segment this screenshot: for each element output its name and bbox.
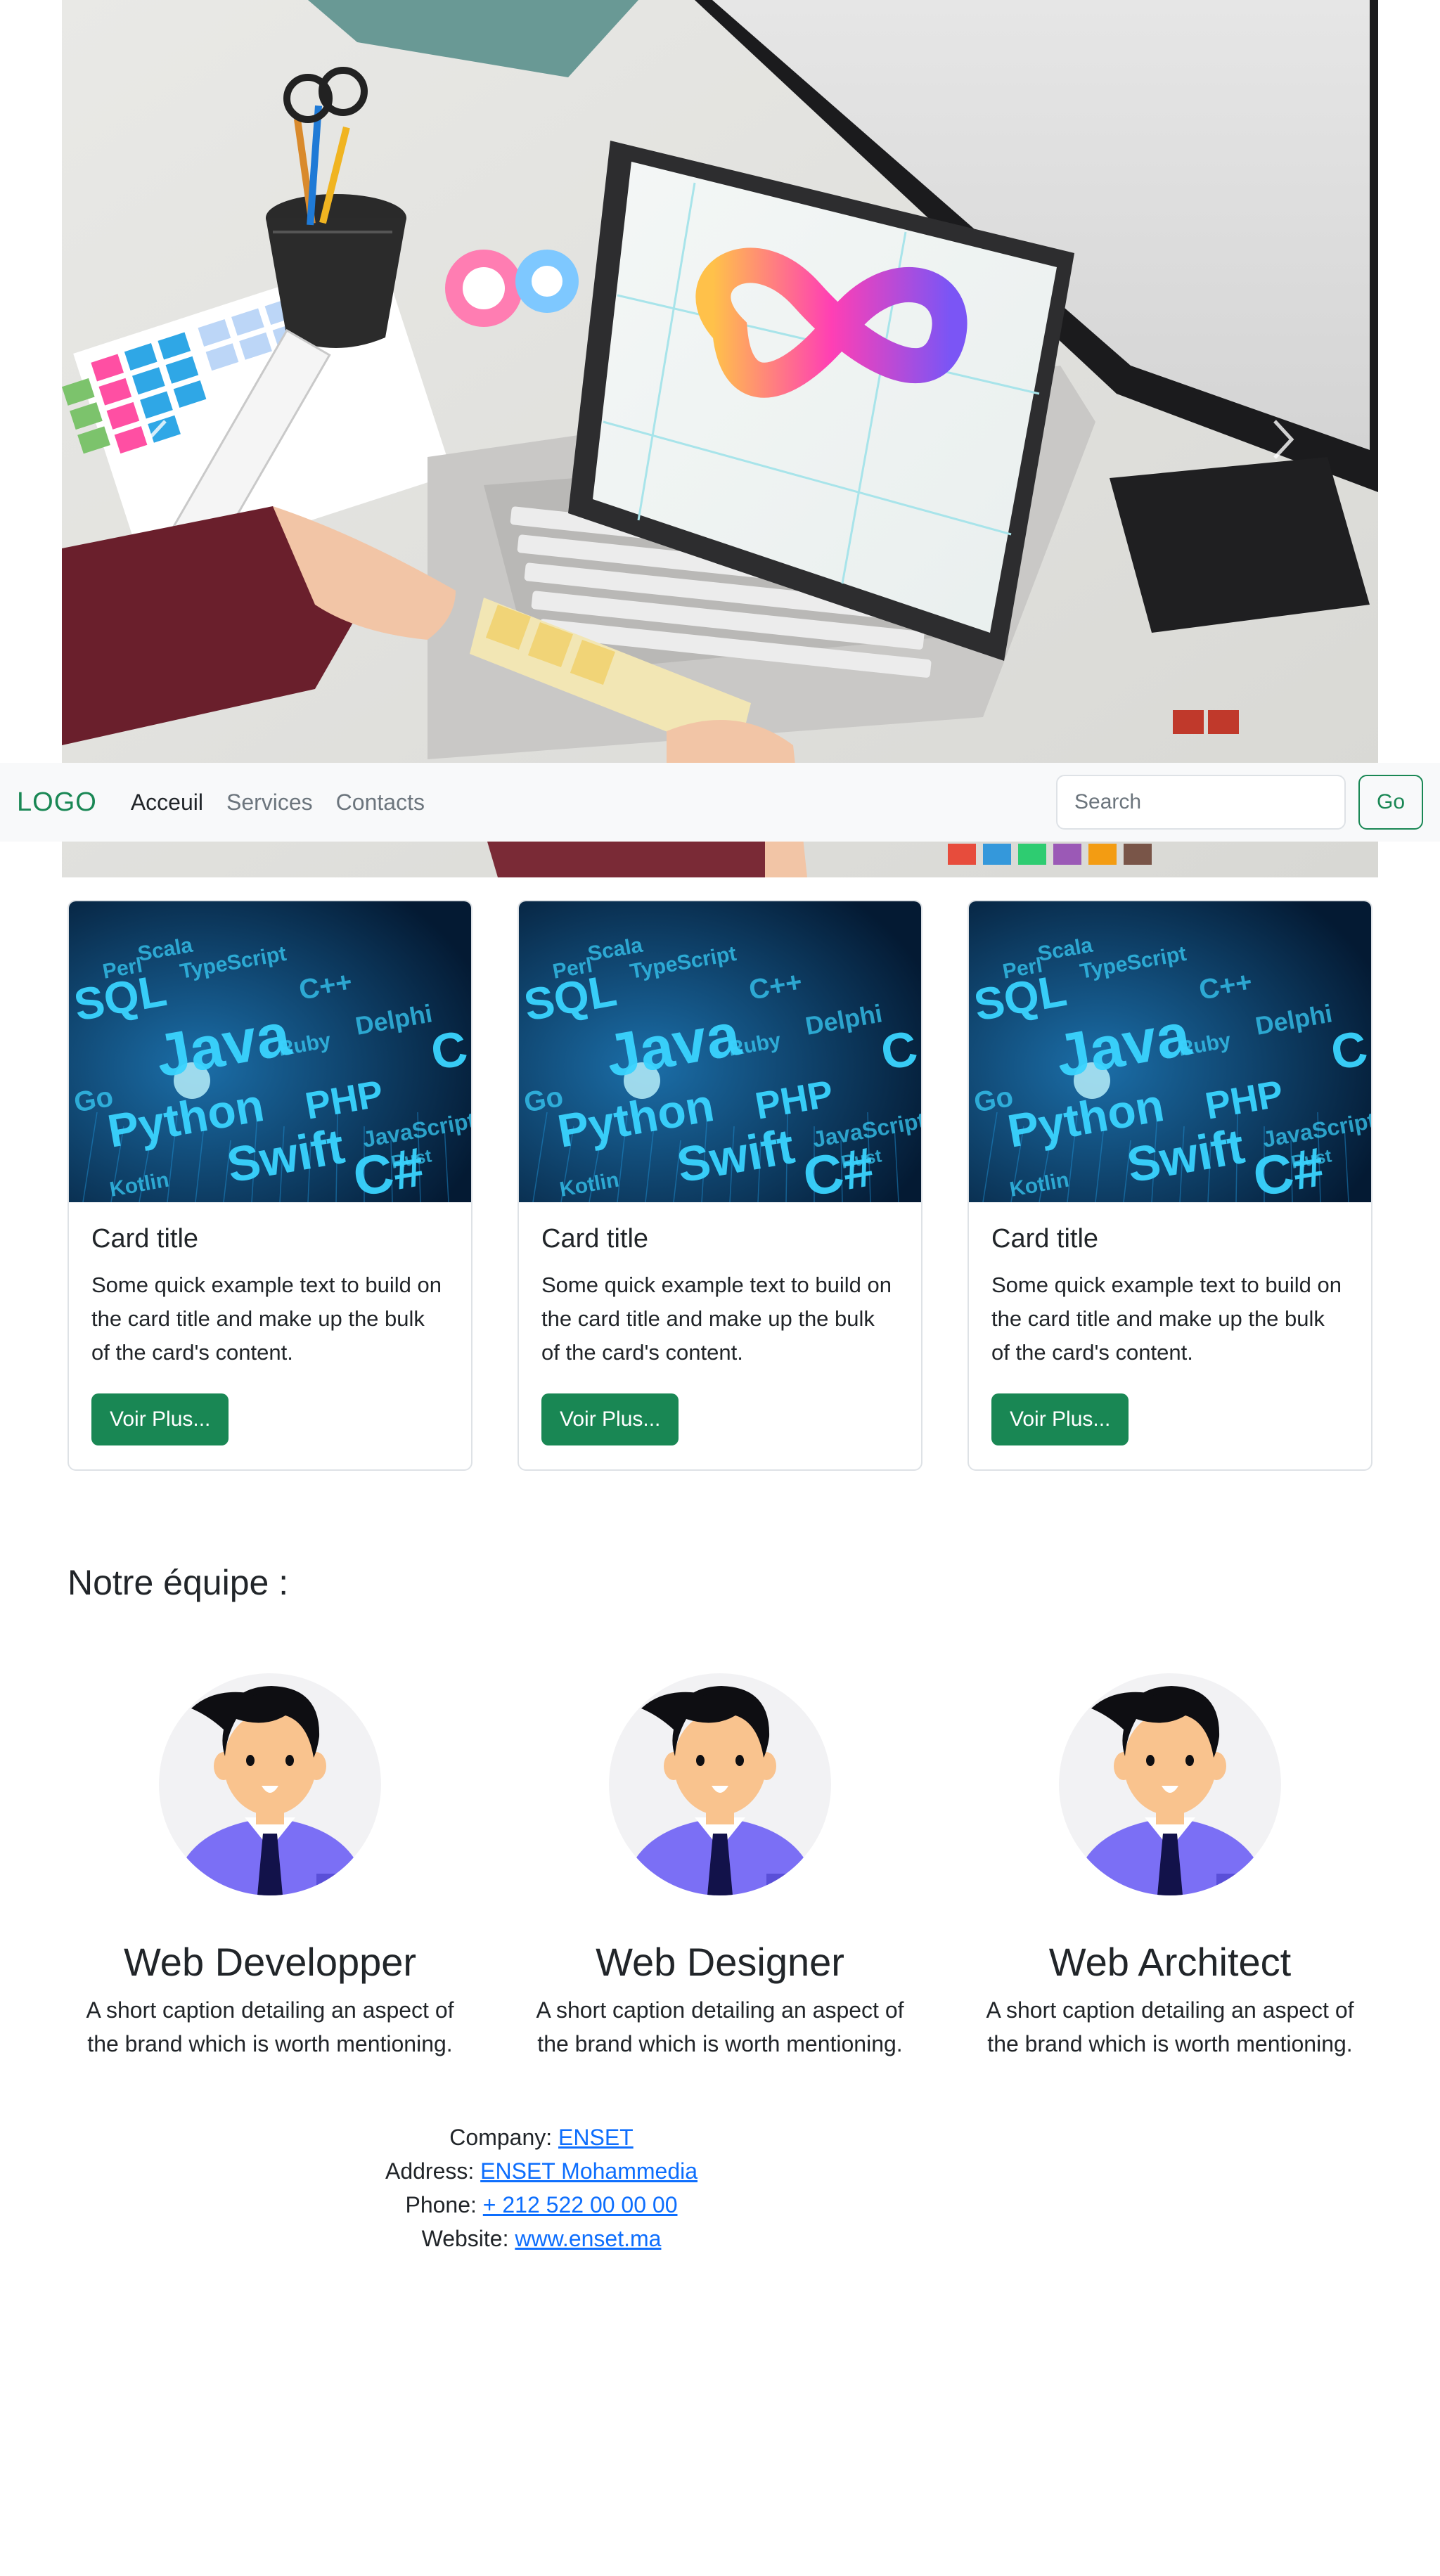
card-text: Some quick example text to build on the … <box>91 1272 442 1365</box>
avatar <box>159 1673 381 1895</box>
search-input[interactable] <box>1056 775 1346 830</box>
card-text: Some quick example text to build on the … <box>991 1272 1342 1365</box>
avatar <box>1059 1673 1281 1895</box>
nav-link-contacts[interactable]: Contacts <box>336 790 425 816</box>
address-label: Address: <box>385 2158 475 2184</box>
team-heading: Notre équipe : <box>68 1563 289 1602</box>
avatar <box>609 1673 831 1895</box>
phone-row: Phone: + 212 522 00 00 00 <box>281 2188 802 2222</box>
card-title: Card title <box>541 1224 649 1254</box>
nav-link-acceuil[interactable]: Acceuil <box>131 790 203 816</box>
brand-logo[interactable]: LOGO <box>17 787 97 818</box>
phone-link[interactable]: + 212 522 00 00 00 <box>483 2192 678 2217</box>
card-title: Card title <box>91 1224 199 1254</box>
card: SQL Java Python Swift C# PHP C++ Ruby Perl Scala T… <box>68 900 472 1471</box>
phone-label: Phone: <box>405 2192 477 2217</box>
card: SQL Java Python Swift C# PHP C++ Ruby Perl Scala T… <box>968 900 1372 1471</box>
voir-plus-button[interactable]: Voir Plus... <box>991 1393 1129 1445</box>
carousel-next-button[interactable] <box>1252 394 1315 485</box>
carousel-prev-button[interactable] <box>125 394 188 485</box>
hero-carousel <box>62 0 1378 877</box>
card-text: Some quick example text to build on the … <box>541 1272 892 1365</box>
nav-link-services[interactable]: Services <box>226 790 313 816</box>
team-member: Web Designer A short caption detailing a… <box>518 1673 922 2061</box>
website-link[interactable]: www.enset.ma <box>515 2226 661 2251</box>
navbar: LOGO Acceuil Services Contacts Go <box>0 763 1440 842</box>
card: SQL Java Python Swift C# PHP C++ Ruby Perl Scala T… <box>518 900 922 1471</box>
member-title: Web Designer <box>596 1940 844 1984</box>
card-image: SQLJavaPythonSwift C#PHPC++RubyPerlScalaT… <box>969 901 1371 1202</box>
card-grid: SQL Java Python Swift C# PHP C++ Ruby Perl Scala T… <box>68 900 1372 1471</box>
member-caption: A short caption detailing an aspect of t… <box>536 1997 904 2056</box>
team-member: Web Developper A short caption detailing… <box>68 1673 472 2061</box>
team-member: Web Architect A short caption detailing … <box>968 1673 1372 2061</box>
member-caption: A short caption detailing an aspect of t… <box>86 1997 454 2056</box>
address-row: Address: ENSET Mohammedia <box>281 2154 802 2188</box>
website-row: Website: www.enset.ma <box>281 2222 802 2255</box>
member-caption: A short caption detailing an aspect of t… <box>986 1997 1354 2056</box>
hero-image <box>62 0 1378 877</box>
website-label: Website: <box>421 2226 509 2251</box>
company-row: Company: ENSET <box>281 2120 802 2154</box>
address-link[interactable]: ENSET Mohammedia <box>480 2158 698 2184</box>
company-info: Company: ENSET Address: ENSET Mohammedia… <box>281 2120 802 2255</box>
card-title: Card title <box>991 1224 1099 1254</box>
voir-plus-button[interactable]: Voir Plus... <box>541 1393 679 1445</box>
member-title: Web Architect <box>1048 1940 1292 1984</box>
card-image: SQLJavaPythonSwift C#PHPC++RubyPerlScalaT… <box>69 901 471 1202</box>
member-title: Web Developper <box>123 1940 417 1984</box>
company-link[interactable]: ENSET <box>558 2125 634 2150</box>
voir-plus-button[interactable]: Voir Plus... <box>91 1393 229 1445</box>
card-image: SQLJavaPythonSwift C#PHPC++RubyPerlScalaT… <box>519 901 921 1202</box>
chevron-right-icon <box>1273 420 1294 459</box>
chevron-left-icon <box>146 420 167 459</box>
go-button[interactable]: Go <box>1358 775 1423 830</box>
company-label: Company: <box>449 2125 553 2150</box>
